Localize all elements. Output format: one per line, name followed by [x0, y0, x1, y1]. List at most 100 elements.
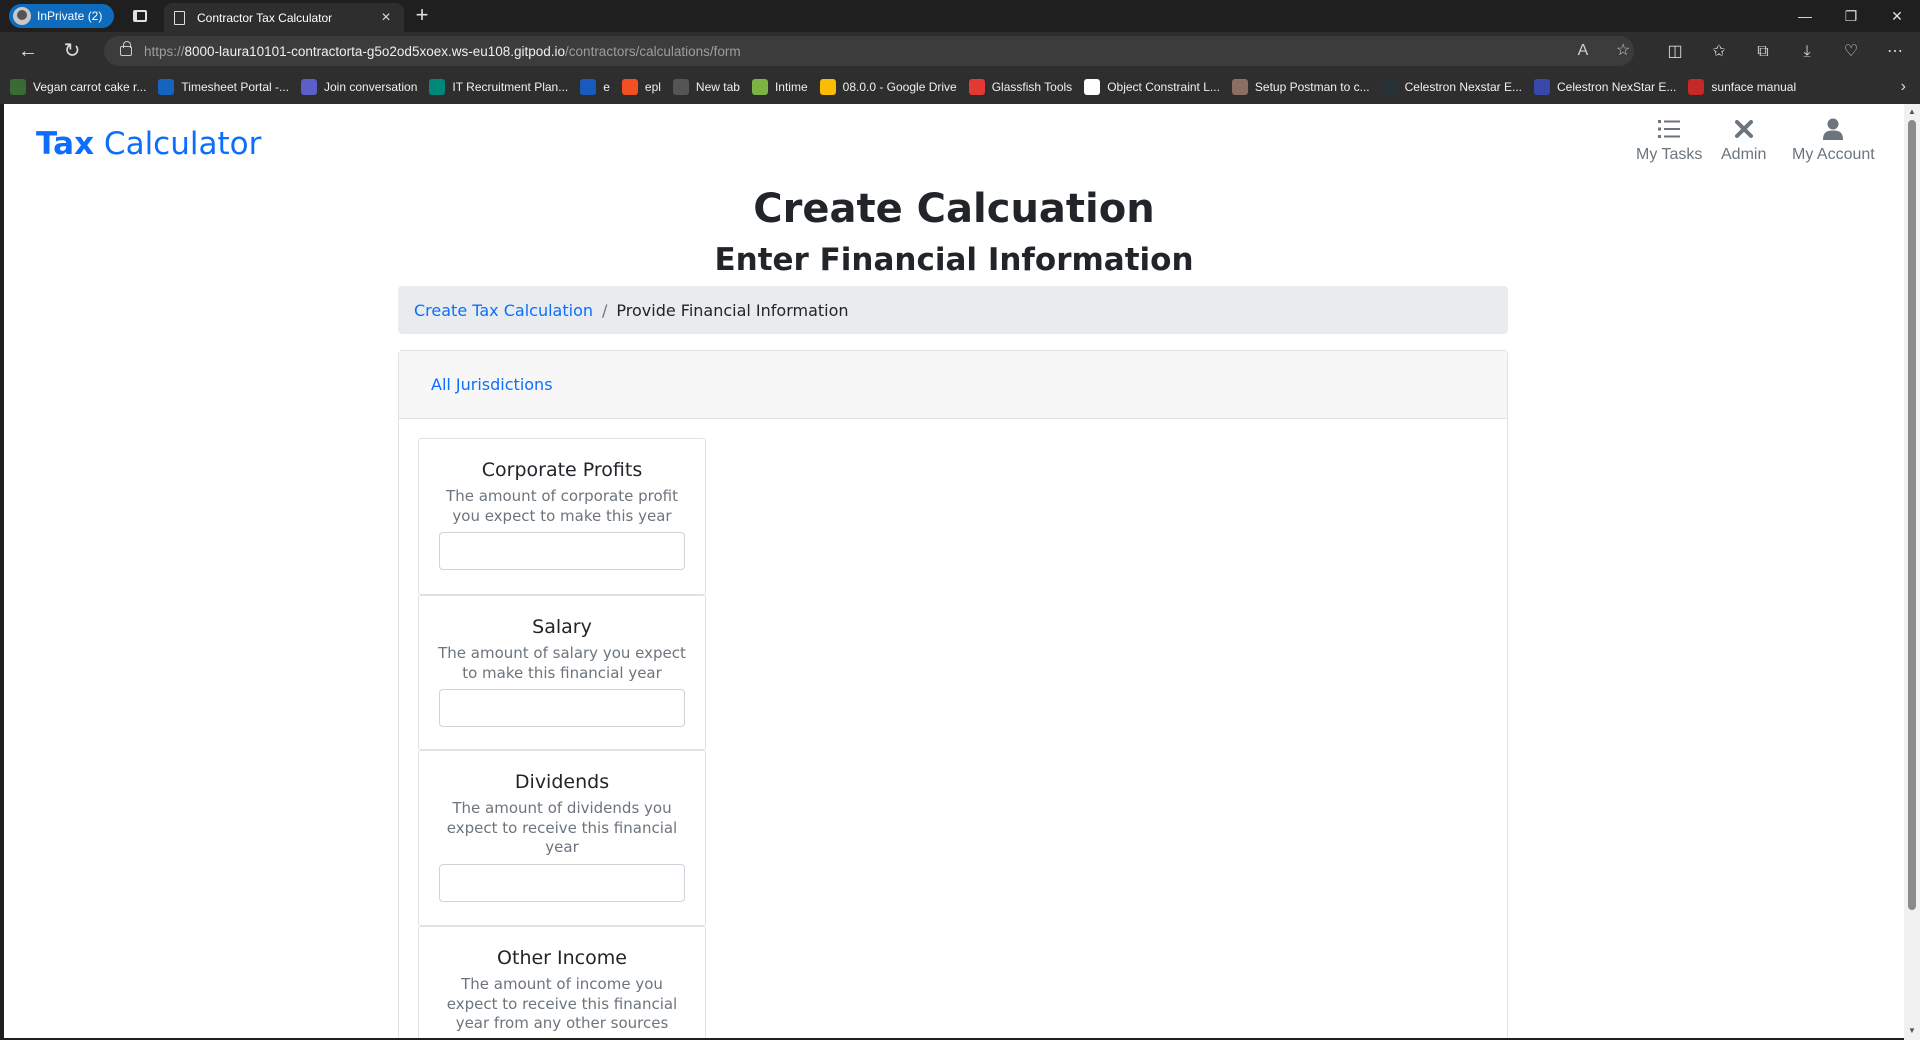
minimize-icon[interactable]: — — [1782, 0, 1828, 32]
bookmark-label: Celestron Nexstar E... — [1404, 80, 1523, 94]
collections-icon[interactable]: ⧉ — [1748, 37, 1778, 67]
bookmark-favicon-icon — [751, 79, 768, 95]
field-title: Dividends — [514, 771, 610, 793]
dividends-input[interactable] — [439, 863, 685, 902]
url-path: /contractors/calculations/form — [565, 43, 741, 59]
field-card-other-income: Other Income The amount of income you ex… — [418, 926, 706, 1038]
bookmark-favicon-icon — [158, 79, 175, 95]
field-description: The amount of corporate profit you expec… — [446, 487, 678, 525]
nav-my-account-label: My Account — [1792, 146, 1875, 163]
nav-admin[interactable]: Admin — [1721, 116, 1766, 164]
favorites-icon[interactable]: ✩ — [1704, 37, 1734, 67]
bookmark-favicon-icon — [1084, 79, 1101, 95]
bookmark-item[interactable]: Glassfish Tools — [968, 79, 1073, 95]
all-jurisdictions-link[interactable]: All Jurisdictions — [431, 375, 553, 394]
new-tab-icon[interactable]: + — [410, 4, 434, 28]
salary-input[interactable] — [439, 689, 685, 727]
field-description: The amount of salary you expect to make … — [438, 644, 686, 682]
bookmark-item[interactable]: Intime — [751, 79, 808, 95]
read-aloud-icon[interactable]: A — [1568, 36, 1598, 66]
bookmark-label: Glassfish Tools — [991, 80, 1073, 94]
bookmarks-overflow-icon[interactable]: › — [1901, 78, 1906, 96]
browser-tab-active[interactable]: Contractor Tax Calculator × — [164, 3, 404, 32]
field-card-salary: Salary The amount of salary you expect t… — [418, 595, 706, 750]
bookmark-favicon-icon — [672, 79, 689, 95]
bookmark-label: Timesheet Portal -... — [181, 80, 289, 94]
inprivate-profile-button[interactable]: InPrivate (2) — [9, 4, 115, 28]
close-window-icon[interactable]: ✕ — [1874, 0, 1920, 32]
brand-logo[interactable]: Tax Calculator — [36, 126, 261, 162]
bookmark-favicon-icon — [301, 79, 317, 95]
bookmark-label: Join conversation — [324, 80, 418, 94]
bookmark-item[interactable]: sunface manual — [1688, 79, 1796, 95]
field-title: Other Income — [497, 947, 627, 969]
address-input[interactable]: https://8000-laura10101-contractorta-g5o… — [104, 36, 1634, 66]
favorite-star-icon[interactable]: ☆ — [1608, 36, 1638, 66]
settings-more-icon[interactable]: ⋯ — [1880, 37, 1910, 67]
bookmark-item[interactable]: epl — [621, 79, 661, 95]
bookmark-favicon-icon — [429, 79, 446, 95]
bookmark-label: e — [603, 80, 610, 94]
card-header: All Jurisdictions — [399, 351, 1507, 419]
bookmark-favicon-icon — [968, 79, 985, 95]
bookmark-item[interactable]: IT Recruitment Plan... — [429, 79, 568, 95]
brand-rest: Calculator — [94, 126, 262, 162]
field-title: Corporate Profits — [481, 459, 643, 481]
bookmark-item[interactable]: e — [580, 79, 610, 95]
bookmark-item[interactable]: Object Constraint L... — [1084, 79, 1220, 95]
bookmark-item[interactable]: Celestron NexStar E... — [1534, 79, 1676, 95]
tab-title: Contractor Tax Calculator — [197, 10, 333, 25]
page-viewport: Tax Calculator My Tasks Admin My Account… — [4, 104, 1904, 1038]
breadcrumb-separator: / — [602, 300, 608, 320]
tab-close-icon[interactable]: × — [378, 9, 394, 27]
profile-avatar-icon — [13, 7, 31, 25]
bookmark-label: IT Recruitment Plan... — [452, 80, 569, 94]
bookmark-label: 08.0.0 - Google Drive — [842, 80, 957, 94]
downloads-icon[interactable]: ⤓ — [1792, 37, 1822, 67]
nav-my-account[interactable]: My Account — [1792, 116, 1875, 164]
bookmark-favicon-icon — [1534, 79, 1551, 95]
tab-actions-icon[interactable] — [128, 4, 152, 28]
bookmark-favicon-icon — [621, 79, 638, 95]
page-subtitle: Enter Financial Information — [714, 242, 1194, 278]
split-screen-icon[interactable]: ◫ — [1660, 37, 1690, 67]
brand-bold: Tax — [36, 126, 95, 162]
browser-essentials-icon[interactable]: ♡ — [1836, 37, 1866, 67]
page-scrollbar[interactable]: ▲ ▼ — [1904, 104, 1920, 1040]
page-title: Create Calcuation — [753, 186, 1155, 232]
scroll-up-icon[interactable]: ▲ — [1907, 107, 1917, 117]
scroll-down-icon[interactable]: ▼ — [1907, 1026, 1917, 1036]
bookmark-label: epl — [644, 80, 661, 94]
bookmark-label: Object Constraint L... — [1107, 80, 1220, 94]
nav-my-tasks[interactable]: My Tasks — [1636, 116, 1702, 164]
back-icon[interactable]: ← — [14, 38, 42, 66]
restore-icon[interactable]: ❐ — [1828, 0, 1874, 32]
breadcrumb: Create Tax Calculation / Provide Financi… — [398, 286, 1508, 334]
bookmark-item[interactable]: 08.0.0 - Google Drive — [819, 79, 957, 95]
bookmark-favicon-icon — [1231, 79, 1248, 95]
scrollbar-thumb[interactable] — [1908, 120, 1916, 910]
field-description: The amount of income you expect to recei… — [446, 975, 678, 1032]
bookmark-item[interactable]: New tab — [672, 79, 740, 95]
refresh-icon[interactable]: ↻ — [58, 38, 86, 66]
breadcrumb-link-create[interactable]: Create Tax Calculation — [414, 301, 593, 320]
bookmark-item[interactable]: Celestron Nexstar E... — [1381, 79, 1523, 95]
bookmark-favicon-icon — [580, 79, 597, 95]
profile-label: InPrivate (2) — [37, 9, 103, 23]
corporate-profits-input[interactable] — [439, 532, 685, 570]
bookmark-favicon-icon — [1381, 79, 1398, 95]
bookmark-item[interactable]: Setup Postman to c... — [1231, 79, 1370, 95]
bookmark-favicon-icon — [819, 79, 836, 95]
bookmark-label: Intime — [774, 80, 808, 94]
bookmark-item[interactable]: Vegan carrot cake r... — [10, 79, 146, 95]
bookmark-item[interactable]: Timesheet Portal -... — [158, 79, 289, 95]
tasks-list-icon — [1658, 116, 1681, 142]
lock-icon — [120, 41, 132, 56]
url-scheme: https:// — [144, 43, 185, 59]
nav-admin-label: Admin — [1721, 146, 1767, 163]
field-title: Salary — [532, 616, 592, 638]
bookmark-label: New tab — [695, 80, 740, 94]
bookmark-label: Vegan carrot cake r... — [33, 80, 147, 94]
field-card-corporate-profits: Corporate Profits The amount of corporat… — [418, 438, 706, 595]
bookmark-item[interactable]: Join conversation — [301, 79, 417, 95]
